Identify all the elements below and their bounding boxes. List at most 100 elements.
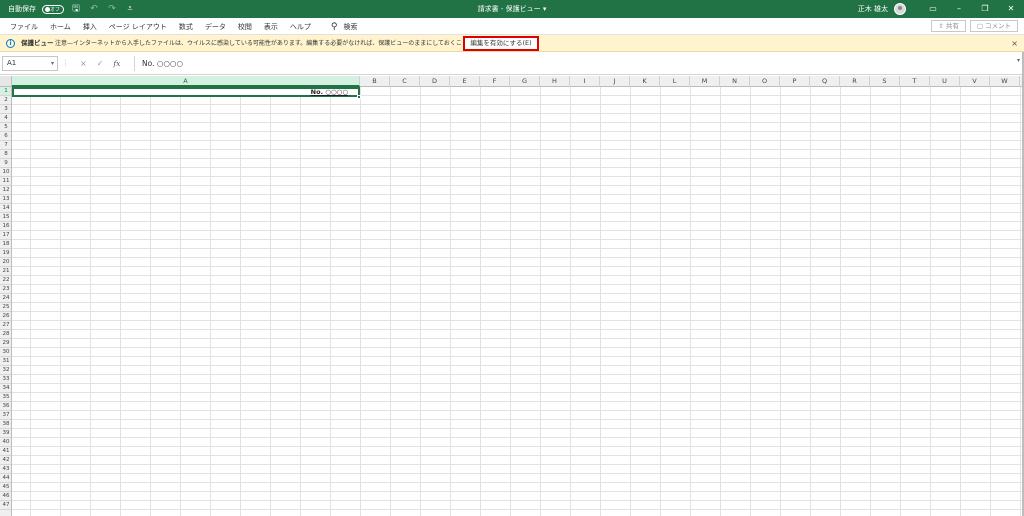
row-header-3[interactable]: 3	[0, 105, 11, 114]
row-header-33[interactable]: 33	[0, 375, 11, 384]
column-header-a[interactable]: A	[12, 76, 360, 87]
column-header-f[interactable]: F	[480, 76, 510, 87]
close-message-icon[interactable]: ×	[1011, 35, 1018, 52]
row-header-28[interactable]: 28	[0, 330, 11, 339]
column-header-w[interactable]: W	[990, 76, 1020, 87]
row-header-7[interactable]: 7	[0, 141, 11, 150]
select-all-corner[interactable]	[0, 76, 12, 87]
share-button[interactable]: ⇧ 共有	[931, 20, 966, 32]
chevron-down-icon[interactable]: ▾	[51, 57, 54, 70]
expand-formula-bar-icon[interactable]: ▾	[1017, 57, 1020, 64]
row-header-2[interactable]: 2	[0, 96, 11, 105]
user-name[interactable]: 正木 雄太	[858, 4, 888, 14]
row-header-16[interactable]: 16	[0, 222, 11, 231]
column-header-v[interactable]: V	[960, 76, 990, 87]
row-header-26[interactable]: 26	[0, 312, 11, 321]
resize-handle-icon[interactable]: ⋮	[62, 56, 69, 71]
row-header-35[interactable]: 35	[0, 393, 11, 402]
name-box[interactable]: A1 ▾	[2, 56, 58, 71]
tab-formulas[interactable]: 数式	[173, 22, 199, 32]
row-header-23[interactable]: 23	[0, 285, 11, 294]
minimize-icon[interactable]: –	[946, 0, 972, 18]
document-title[interactable]: 請求書 - 保護ビュー	[478, 5, 541, 13]
column-header-d[interactable]: D	[420, 76, 450, 87]
formula-input[interactable]: No. ○○○○	[134, 56, 1014, 71]
row-header-38[interactable]: 38	[0, 420, 11, 429]
row-header-15[interactable]: 15	[0, 213, 11, 222]
enable-editing-button[interactable]: 編集を有効にする(E)	[463, 36, 539, 51]
tab-help[interactable]: ヘルプ	[284, 22, 317, 32]
row-header-19[interactable]: 19	[0, 249, 11, 258]
row-header-24[interactable]: 24	[0, 294, 11, 303]
customize-toolbar-icon[interactable]: ⩡	[124, 4, 136, 14]
close-window-icon[interactable]: ✕	[998, 0, 1024, 18]
title-dropdown-icon[interactable]: ▾	[543, 5, 547, 13]
comments-button[interactable]: ▢ コメント	[969, 20, 1018, 32]
row-header-22[interactable]: 22	[0, 276, 11, 285]
row-header-18[interactable]: 18	[0, 240, 11, 249]
cell-a1[interactable]: No. ○○○○	[12, 87, 360, 97]
tab-data[interactable]: データ	[199, 22, 232, 32]
column-header-t[interactable]: T	[900, 76, 930, 87]
tab-page-layout[interactable]: ページ レイアウト	[103, 22, 173, 32]
undo-icon[interactable]: ↶	[88, 4, 100, 14]
restore-icon[interactable]: ❐	[972, 0, 998, 18]
tab-insert[interactable]: 挿入	[77, 22, 103, 32]
row-header-1[interactable]: 1	[0, 87, 11, 96]
column-header-r[interactable]: R	[840, 76, 870, 87]
redo-icon[interactable]: ↷	[106, 4, 118, 14]
row-header-32[interactable]: 32	[0, 366, 11, 375]
column-header-i[interactable]: I	[570, 76, 600, 87]
insert-function-icon[interactable]: fx	[113, 59, 120, 68]
row-header-36[interactable]: 36	[0, 402, 11, 411]
row-header-4[interactable]: 4	[0, 114, 11, 123]
row-header-44[interactable]: 44	[0, 474, 11, 483]
row-header-46[interactable]: 46	[0, 492, 11, 501]
enter-icon[interactable]: ✓	[97, 59, 104, 68]
row-header-41[interactable]: 41	[0, 447, 11, 456]
row-header-34[interactable]: 34	[0, 384, 11, 393]
search-box[interactable]: ⚲ 検索	[331, 22, 358, 32]
column-header-o[interactable]: O	[750, 76, 780, 87]
tab-file[interactable]: ファイル	[4, 22, 44, 32]
column-header-k[interactable]: K	[630, 76, 660, 87]
row-header-11[interactable]: 11	[0, 177, 11, 186]
tab-home[interactable]: ホーム	[44, 22, 77, 32]
row-header-25[interactable]: 25	[0, 303, 11, 312]
column-header-m[interactable]: M	[690, 76, 720, 87]
row-header-20[interactable]: 20	[0, 258, 11, 267]
column-header-q[interactable]: Q	[810, 76, 840, 87]
column-header-p[interactable]: P	[780, 76, 810, 87]
row-header-21[interactable]: 21	[0, 267, 11, 276]
column-header-e[interactable]: E	[450, 76, 480, 87]
column-header-s[interactable]: S	[870, 76, 900, 87]
row-header-39[interactable]: 39	[0, 429, 11, 438]
row-header-5[interactable]: 5	[0, 123, 11, 132]
autosave-toggle[interactable]: オフ	[42, 4, 64, 14]
column-header-u[interactable]: U	[930, 76, 960, 87]
row-header-8[interactable]: 8	[0, 150, 11, 159]
row-header-14[interactable]: 14	[0, 204, 11, 213]
column-header-g[interactable]: G	[510, 76, 540, 87]
row-header-10[interactable]: 10	[0, 168, 11, 177]
row-header-9[interactable]: 9	[0, 159, 11, 168]
row-header-40[interactable]: 40	[0, 438, 11, 447]
column-header-n[interactable]: N	[720, 76, 750, 87]
row-header-13[interactable]: 13	[0, 195, 11, 204]
cell-grid[interactable]	[12, 87, 1024, 516]
tab-view[interactable]: 表示	[258, 22, 284, 32]
fill-handle[interactable]	[357, 95, 361, 99]
tab-review[interactable]: 校閲	[232, 22, 258, 32]
row-header-45[interactable]: 45	[0, 483, 11, 492]
row-header-31[interactable]: 31	[0, 357, 11, 366]
column-header-l[interactable]: L	[660, 76, 690, 87]
column-header-j[interactable]: J	[600, 76, 630, 87]
save-icon[interactable]: 🖫	[70, 1, 82, 17]
column-header-c[interactable]: C	[390, 76, 420, 87]
row-header-30[interactable]: 30	[0, 348, 11, 357]
row-header-12[interactable]: 12	[0, 186, 11, 195]
cancel-icon[interactable]: ×	[80, 59, 87, 68]
row-header-42[interactable]: 42	[0, 456, 11, 465]
row-header-17[interactable]: 17	[0, 231, 11, 240]
row-header-47[interactable]: 47	[0, 501, 11, 510]
